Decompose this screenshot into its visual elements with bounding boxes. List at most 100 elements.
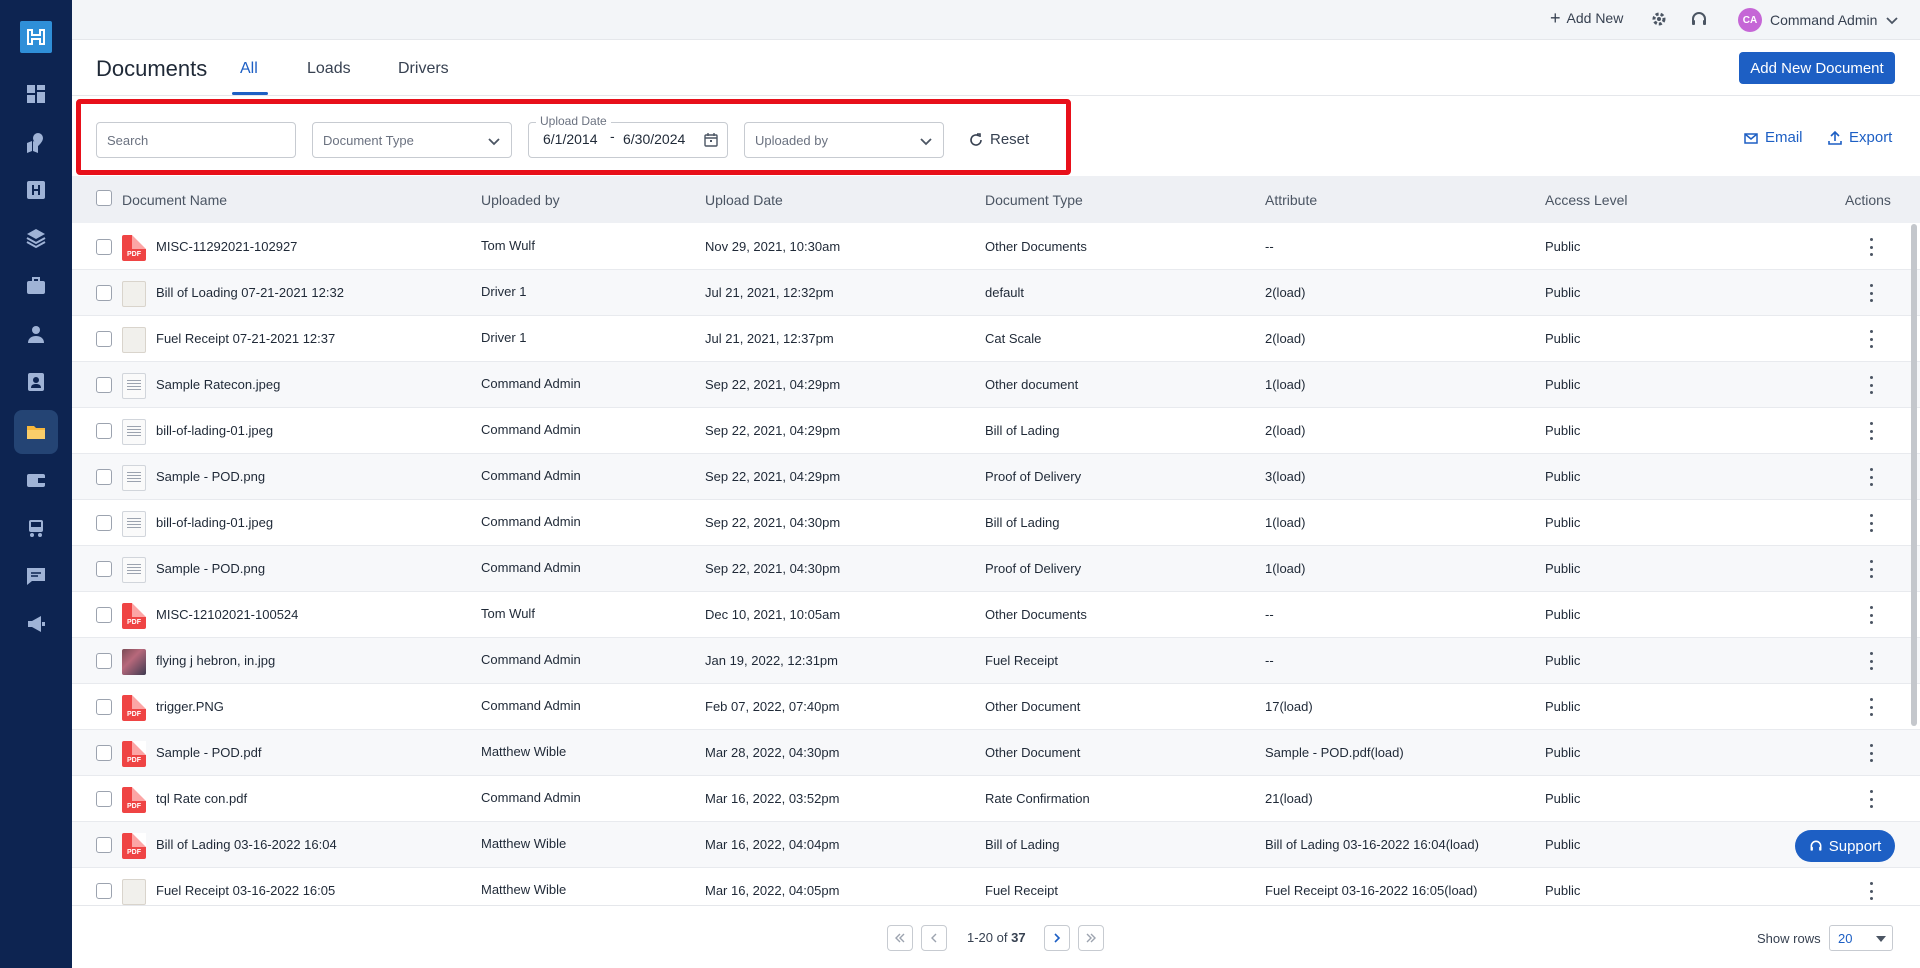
vertical-scrollbar[interactable] <box>1911 224 1917 726</box>
cell-document-type: Fuel Receipt <box>985 883 1058 898</box>
row-checkbox[interactable] <box>96 239 112 255</box>
cell-document-name[interactable]: Sample Ratecon.jpeg <box>156 377 280 392</box>
column-header-uploaded-by[interactable]: Uploaded by <box>481 192 560 208</box>
add-new-document-button[interactable]: Add New Document <box>1739 52 1895 84</box>
cell-document-name[interactable]: bill-of-lading-01.jpeg <box>156 423 273 438</box>
rows-per-page-select[interactable]: 20 <box>1829 925 1893 951</box>
row-checkbox[interactable] <box>96 515 112 531</box>
more-actions-icon[interactable] <box>1868 468 1874 486</box>
nav-documents-icon[interactable] <box>14 410 58 454</box>
row-checkbox[interactable] <box>96 699 112 715</box>
column-header-document-name[interactable]: Document Name <box>122 192 227 208</box>
table-row[interactable]: PDF Sample - POD.pdf Matthew Wible Mar 28, … <box>72 730 1920 776</box>
row-checkbox[interactable] <box>96 607 112 623</box>
cell-document-name[interactable]: Fuel Receipt 03-16-2022 16:05 <box>156 883 335 898</box>
nav-truck-icon[interactable] <box>14 506 58 550</box>
table-row[interactable]: Sample Ratecon.jpeg Command Admin Sep 22, … <box>72 362 1920 408</box>
row-checkbox[interactable] <box>96 561 112 577</box>
cell-document-name[interactable]: Fuel Receipt 07-21-2021 12:37 <box>156 331 335 346</box>
tab-loads[interactable]: Loads <box>307 60 351 78</box>
row-checkbox[interactable] <box>96 791 112 807</box>
cell-document-type: Other Documents <box>985 607 1087 622</box>
cell-document-name[interactable]: Bill of Lading 03-16-2022 16:04 <box>156 837 337 852</box>
row-checkbox[interactable] <box>96 285 112 301</box>
more-actions-icon[interactable] <box>1868 238 1874 256</box>
more-actions-icon[interactable] <box>1868 652 1874 670</box>
table-row[interactable]: PDF tql Rate con.pdf Command Admin Mar 16, … <box>72 776 1920 822</box>
cell-document-name[interactable]: Sample - POD.png <box>156 469 265 484</box>
email-button[interactable]: Email <box>1743 129 1803 146</box>
nav-dispatch-icon[interactable] <box>14 168 58 212</box>
column-header-upload-date[interactable]: Upload Date <box>705 192 783 208</box>
nav-briefcase-icon[interactable] <box>14 264 58 308</box>
support-button[interactable]: Support <box>1795 830 1895 862</box>
more-actions-icon[interactable] <box>1868 514 1874 532</box>
table-row[interactable]: Fuel Receipt 07-21-2021 12:37 Driver 1 Jul… <box>72 316 1920 362</box>
user-menu[interactable]: CA Command Admin <box>1738 8 1899 32</box>
row-checkbox[interactable] <box>96 469 112 485</box>
more-actions-icon[interactable] <box>1868 284 1874 302</box>
more-actions-icon[interactable] <box>1868 744 1874 762</box>
tab-all[interactable]: All <box>240 60 258 78</box>
first-page-button[interactable] <box>887 925 913 951</box>
cell-access-level: Public <box>1545 837 1581 852</box>
cell-document-name[interactable]: MISC-11292021-102927 <box>156 239 297 254</box>
last-page-button[interactable] <box>1078 925 1104 951</box>
more-actions-icon[interactable] <box>1868 376 1874 394</box>
cell-uploaded-by: Command Admin <box>481 514 581 529</box>
more-actions-icon[interactable] <box>1868 422 1874 440</box>
row-checkbox[interactable] <box>96 653 112 669</box>
cell-document-name[interactable]: MISC-12102021-100524 <box>156 607 298 622</box>
headset-icon[interactable] <box>1690 10 1708 33</box>
table-row[interactable]: flying j hebron, in.jpg Command Admin Jan … <box>72 638 1920 684</box>
more-actions-icon[interactable] <box>1868 882 1874 900</box>
nav-messages-icon[interactable] <box>14 554 58 598</box>
nav-driver-icon[interactable] <box>14 312 58 356</box>
column-header-access-level[interactable]: Access Level <box>1545 192 1627 208</box>
more-actions-icon[interactable] <box>1868 330 1874 348</box>
row-checkbox[interactable] <box>96 883 112 899</box>
table-row[interactable]: PDF MISC-12102021-100524 Tom Wulf Dec 10, 2… <box>72 592 1920 638</box>
cell-document-name[interactable]: bill-of-lading-01.jpeg <box>156 515 273 530</box>
table-row[interactable]: bill-of-lading-01.jpeg Command Admin Sep 2… <box>72 408 1920 454</box>
settings-gear-icon[interactable] <box>1650 10 1668 33</box>
column-header-attribute[interactable]: Attribute <box>1265 192 1317 208</box>
nav-announcements-icon[interactable] <box>14 602 58 646</box>
nav-wallet-icon[interactable] <box>14 458 58 502</box>
more-actions-icon[interactable] <box>1868 790 1874 808</box>
cell-document-name[interactable]: tql Rate con.pdf <box>156 791 247 806</box>
nav-layers-icon[interactable] <box>14 216 58 260</box>
add-new-button[interactable]: + Add New <box>1550 9 1623 27</box>
select-all-checkbox[interactable] <box>96 190 112 206</box>
table-row[interactable]: Bill of Loading 07-21-2021 12:32 Driver 1… <box>72 270 1920 316</box>
export-button[interactable]: Export <box>1827 129 1892 146</box>
more-actions-icon[interactable] <box>1868 560 1874 578</box>
table-row[interactable]: PDF Bill of Lading 03-16-2022 16:04 Matthe… <box>72 822 1920 868</box>
row-checkbox[interactable] <box>96 331 112 347</box>
tab-drivers[interactable]: Drivers <box>398 60 449 78</box>
nav-map-icon[interactable] <box>14 120 58 164</box>
table-row[interactable]: Sample - POD.png Command Admin Sep 22, 202… <box>72 454 1920 500</box>
more-actions-icon[interactable] <box>1868 698 1874 716</box>
row-checkbox[interactable] <box>96 837 112 853</box>
table-row[interactable]: PDF trigger.PNG Command Admin Feb 07, 2022,… <box>72 684 1920 730</box>
table-row[interactable]: bill-of-lading-01.jpeg Command Admin Sep 2… <box>72 500 1920 546</box>
cell-document-name[interactable]: Sample - POD.pdf <box>156 745 262 760</box>
cell-document-name[interactable]: trigger.PNG <box>156 699 224 714</box>
row-checkbox[interactable] <box>96 377 112 393</box>
cell-document-name[interactable]: Bill of Loading 07-21-2021 12:32 <box>156 285 344 300</box>
table-row[interactable]: PDF MISC-11292021-102927 Tom Wulf Nov 29, 2… <box>72 224 1920 270</box>
previous-page-button[interactable] <box>921 925 947 951</box>
nav-contacts-icon[interactable] <box>14 360 58 404</box>
cell-document-name[interactable]: flying j hebron, in.jpg <box>156 653 275 668</box>
next-page-button[interactable] <box>1044 925 1070 951</box>
more-actions-icon[interactable] <box>1868 606 1874 624</box>
cell-attribute: Fuel Receipt 03-16-2022 16:05(load) <box>1265 883 1478 898</box>
app-logo[interactable] <box>20 21 52 53</box>
table-row[interactable]: Sample - POD.png Command Admin Sep 22, 202… <box>72 546 1920 592</box>
row-checkbox[interactable] <box>96 423 112 439</box>
row-checkbox[interactable] <box>96 745 112 761</box>
column-header-document-type[interactable]: Document Type <box>985 192 1083 208</box>
cell-document-name[interactable]: Sample - POD.png <box>156 561 265 576</box>
nav-dashboard-icon[interactable] <box>14 72 58 116</box>
